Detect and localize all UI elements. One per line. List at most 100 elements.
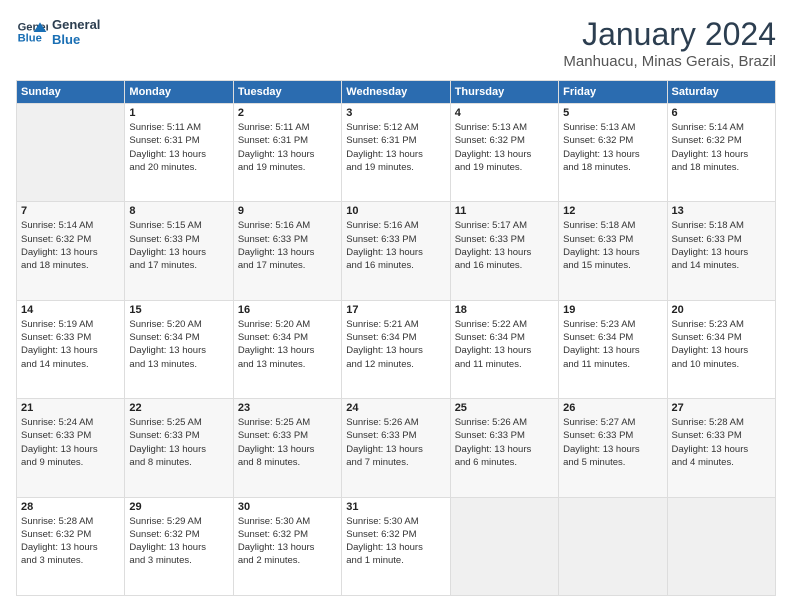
- day-cell: 27 Sunrise: 5:28 AM Sunset: 6:33 PM Dayli…: [667, 399, 775, 497]
- day-number: 18: [455, 304, 554, 316]
- day-info: Sunrise: 5:13 AM Sunset: 6:32 PM Dayligh…: [563, 121, 662, 174]
- week-row-0: 1 Sunrise: 5:11 AM Sunset: 6:31 PM Daylig…: [17, 104, 776, 202]
- day-info: Sunrise: 5:13 AM Sunset: 6:32 PM Dayligh…: [455, 121, 554, 174]
- day-number: 16: [238, 304, 337, 316]
- day-cell: 15Sunrise: 5:20 AM Sunset: 6:34 PM Dayli…: [125, 300, 233, 398]
- day-info: Sunrise: 5:20 AM Sunset: 6:34 PM Dayligh…: [129, 318, 228, 371]
- day-cell: 9Sunrise: 5:16 AM Sunset: 6:33 PM Daylig…: [233, 202, 341, 300]
- day-cell: 3 Sunrise: 5:12 AM Sunset: 6:31 PM Daylig…: [342, 104, 450, 202]
- day-info: Sunrise: 5:30 AM Sunset: 6:32 PM Dayligh…: [346, 515, 445, 568]
- day-info: Sunrise: 5:23 AM Sunset: 6:34 PM Dayligh…: [672, 318, 771, 371]
- day-number: 26: [563, 402, 662, 414]
- header-cell-monday: Monday: [125, 81, 233, 104]
- page: General Blue General Blue January 2024 M…: [0, 0, 792, 612]
- week-row-4: 28 Sunrise: 5:28 AM Sunset: 6:32 PM Dayli…: [17, 497, 776, 595]
- main-title: January 2024: [563, 16, 776, 53]
- day-cell: 13 Sunrise: 5:18 AM Sunset: 6:33 PM Dayli…: [667, 202, 775, 300]
- day-info: Sunrise: 5:20 AM Sunset: 6:34 PM Dayligh…: [238, 318, 337, 371]
- logo-text-general: General: [52, 17, 100, 32]
- header-cell-saturday: Saturday: [667, 81, 775, 104]
- day-number: 12: [563, 205, 662, 217]
- day-number: 2: [238, 107, 337, 119]
- day-cell: [559, 497, 667, 595]
- header-cell-friday: Friday: [559, 81, 667, 104]
- week-row-1: 7Sunrise: 5:14 AM Sunset: 6:32 PM Daylig…: [17, 202, 776, 300]
- day-info: Sunrise: 5:16 AM Sunset: 6:33 PM Dayligh…: [346, 219, 445, 272]
- day-cell: 1 Sunrise: 5:11 AM Sunset: 6:31 PM Daylig…: [125, 104, 233, 202]
- logo-text-blue: Blue: [52, 32, 100, 47]
- day-cell: 29 Sunrise: 5:29 AM Sunset: 6:32 PM Dayli…: [125, 497, 233, 595]
- day-info: Sunrise: 5:25 AM Sunset: 6:33 PM Dayligh…: [238, 416, 337, 469]
- day-info: Sunrise: 5:18 AM Sunset: 6:33 PM Dayligh…: [672, 219, 771, 272]
- day-cell: 19Sunrise: 5:23 AM Sunset: 6:34 PM Dayli…: [559, 300, 667, 398]
- day-cell: 30Sunrise: 5:30 AM Sunset: 6:32 PM Dayli…: [233, 497, 341, 595]
- svg-text:Blue: Blue: [18, 33, 42, 45]
- day-number: 27: [672, 402, 771, 414]
- title-section: January 2024 Manhuacu, Minas Gerais, Bra…: [563, 16, 776, 70]
- header: General Blue General Blue January 2024 M…: [16, 16, 776, 70]
- header-cell-thursday: Thursday: [450, 81, 558, 104]
- day-info: Sunrise: 5:17 AM Sunset: 6:33 PM Dayligh…: [455, 219, 554, 272]
- day-info: Sunrise: 5:29 AM Sunset: 6:32 PM Dayligh…: [129, 515, 228, 568]
- day-cell: [667, 497, 775, 595]
- week-row-2: 14 Sunrise: 5:19 AM Sunset: 6:33 PM Dayli…: [17, 300, 776, 398]
- day-number: 10: [346, 205, 445, 217]
- day-info: Sunrise: 5:18 AM Sunset: 6:33 PM Dayligh…: [563, 219, 662, 272]
- day-cell: 5 Sunrise: 5:13 AM Sunset: 6:32 PM Daylig…: [559, 104, 667, 202]
- day-cell: [450, 497, 558, 595]
- day-info: Sunrise: 5:26 AM Sunset: 6:33 PM Dayligh…: [455, 416, 554, 469]
- logo: General Blue General Blue: [16, 16, 100, 48]
- header-cell-wednesday: Wednesday: [342, 81, 450, 104]
- day-info: Sunrise: 5:24 AM Sunset: 6:33 PM Dayligh…: [21, 416, 120, 469]
- day-number: 13: [672, 205, 771, 217]
- day-number: 8: [129, 205, 228, 217]
- calendar-body: 1 Sunrise: 5:11 AM Sunset: 6:31 PM Daylig…: [17, 104, 776, 596]
- day-cell: 10 Sunrise: 5:16 AM Sunset: 6:33 PM Dayli…: [342, 202, 450, 300]
- day-number: 17: [346, 304, 445, 316]
- day-info: Sunrise: 5:28 AM Sunset: 6:32 PM Dayligh…: [21, 515, 120, 568]
- day-number: 23: [238, 402, 337, 414]
- day-number: 24: [346, 402, 445, 414]
- day-info: Sunrise: 5:23 AM Sunset: 6:34 PM Dayligh…: [563, 318, 662, 371]
- header-row: SundayMondayTuesdayWednesdayThursdayFrid…: [17, 81, 776, 104]
- day-number: 6: [672, 107, 771, 119]
- calendar-header: SundayMondayTuesdayWednesdayThursdayFrid…: [17, 81, 776, 104]
- day-cell: 25 Sunrise: 5:26 AM Sunset: 6:33 PM Dayli…: [450, 399, 558, 497]
- day-info: Sunrise: 5:14 AM Sunset: 6:32 PM Dayligh…: [672, 121, 771, 174]
- day-cell: 11Sunrise: 5:17 AM Sunset: 6:33 PM Dayli…: [450, 202, 558, 300]
- day-cell: 14 Sunrise: 5:19 AM Sunset: 6:33 PM Dayli…: [17, 300, 125, 398]
- day-info: Sunrise: 5:26 AM Sunset: 6:33 PM Dayligh…: [346, 416, 445, 469]
- day-number: 25: [455, 402, 554, 414]
- day-info: Sunrise: 5:28 AM Sunset: 6:33 PM Dayligh…: [672, 416, 771, 469]
- day-info: Sunrise: 5:30 AM Sunset: 6:32 PM Dayligh…: [238, 515, 337, 568]
- day-number: 21: [21, 402, 120, 414]
- day-number: 20: [672, 304, 771, 316]
- day-number: 1: [129, 107, 228, 119]
- week-row-3: 21 Sunrise: 5:24 AM Sunset: 6:33 PM Dayli…: [17, 399, 776, 497]
- day-info: Sunrise: 5:11 AM Sunset: 6:31 PM Dayligh…: [129, 121, 228, 174]
- day-cell: 12 Sunrise: 5:18 AM Sunset: 6:33 PM Dayli…: [559, 202, 667, 300]
- day-info: Sunrise: 5:14 AM Sunset: 6:32 PM Dayligh…: [21, 219, 120, 272]
- logo-icon: General Blue: [16, 16, 48, 48]
- day-info: Sunrise: 5:21 AM Sunset: 6:34 PM Dayligh…: [346, 318, 445, 371]
- day-number: 14: [21, 304, 120, 316]
- day-info: Sunrise: 5:15 AM Sunset: 6:33 PM Dayligh…: [129, 219, 228, 272]
- day-cell: 20 Sunrise: 5:23 AM Sunset: 6:34 PM Dayli…: [667, 300, 775, 398]
- day-cell: 28 Sunrise: 5:28 AM Sunset: 6:32 PM Dayli…: [17, 497, 125, 595]
- day-cell: 7Sunrise: 5:14 AM Sunset: 6:32 PM Daylig…: [17, 202, 125, 300]
- day-number: 22: [129, 402, 228, 414]
- day-info: Sunrise: 5:27 AM Sunset: 6:33 PM Dayligh…: [563, 416, 662, 469]
- day-cell: 6 Sunrise: 5:14 AM Sunset: 6:32 PM Daylig…: [667, 104, 775, 202]
- day-info: Sunrise: 5:16 AM Sunset: 6:33 PM Dayligh…: [238, 219, 337, 272]
- day-info: Sunrise: 5:12 AM Sunset: 6:31 PM Dayligh…: [346, 121, 445, 174]
- day-cell: 26 Sunrise: 5:27 AM Sunset: 6:33 PM Dayli…: [559, 399, 667, 497]
- day-info: Sunrise: 5:19 AM Sunset: 6:33 PM Dayligh…: [21, 318, 120, 371]
- day-cell: 21 Sunrise: 5:24 AM Sunset: 6:33 PM Dayli…: [17, 399, 125, 497]
- day-cell: 31Sunrise: 5:30 AM Sunset: 6:32 PM Dayli…: [342, 497, 450, 595]
- day-cell: 18Sunrise: 5:22 AM Sunset: 6:34 PM Dayli…: [450, 300, 558, 398]
- day-number: 3: [346, 107, 445, 119]
- calendar-table: SundayMondayTuesdayWednesdayThursdayFrid…: [16, 80, 776, 596]
- day-number: 5: [563, 107, 662, 119]
- day-number: 29: [129, 501, 228, 513]
- day-number: 28: [21, 501, 120, 513]
